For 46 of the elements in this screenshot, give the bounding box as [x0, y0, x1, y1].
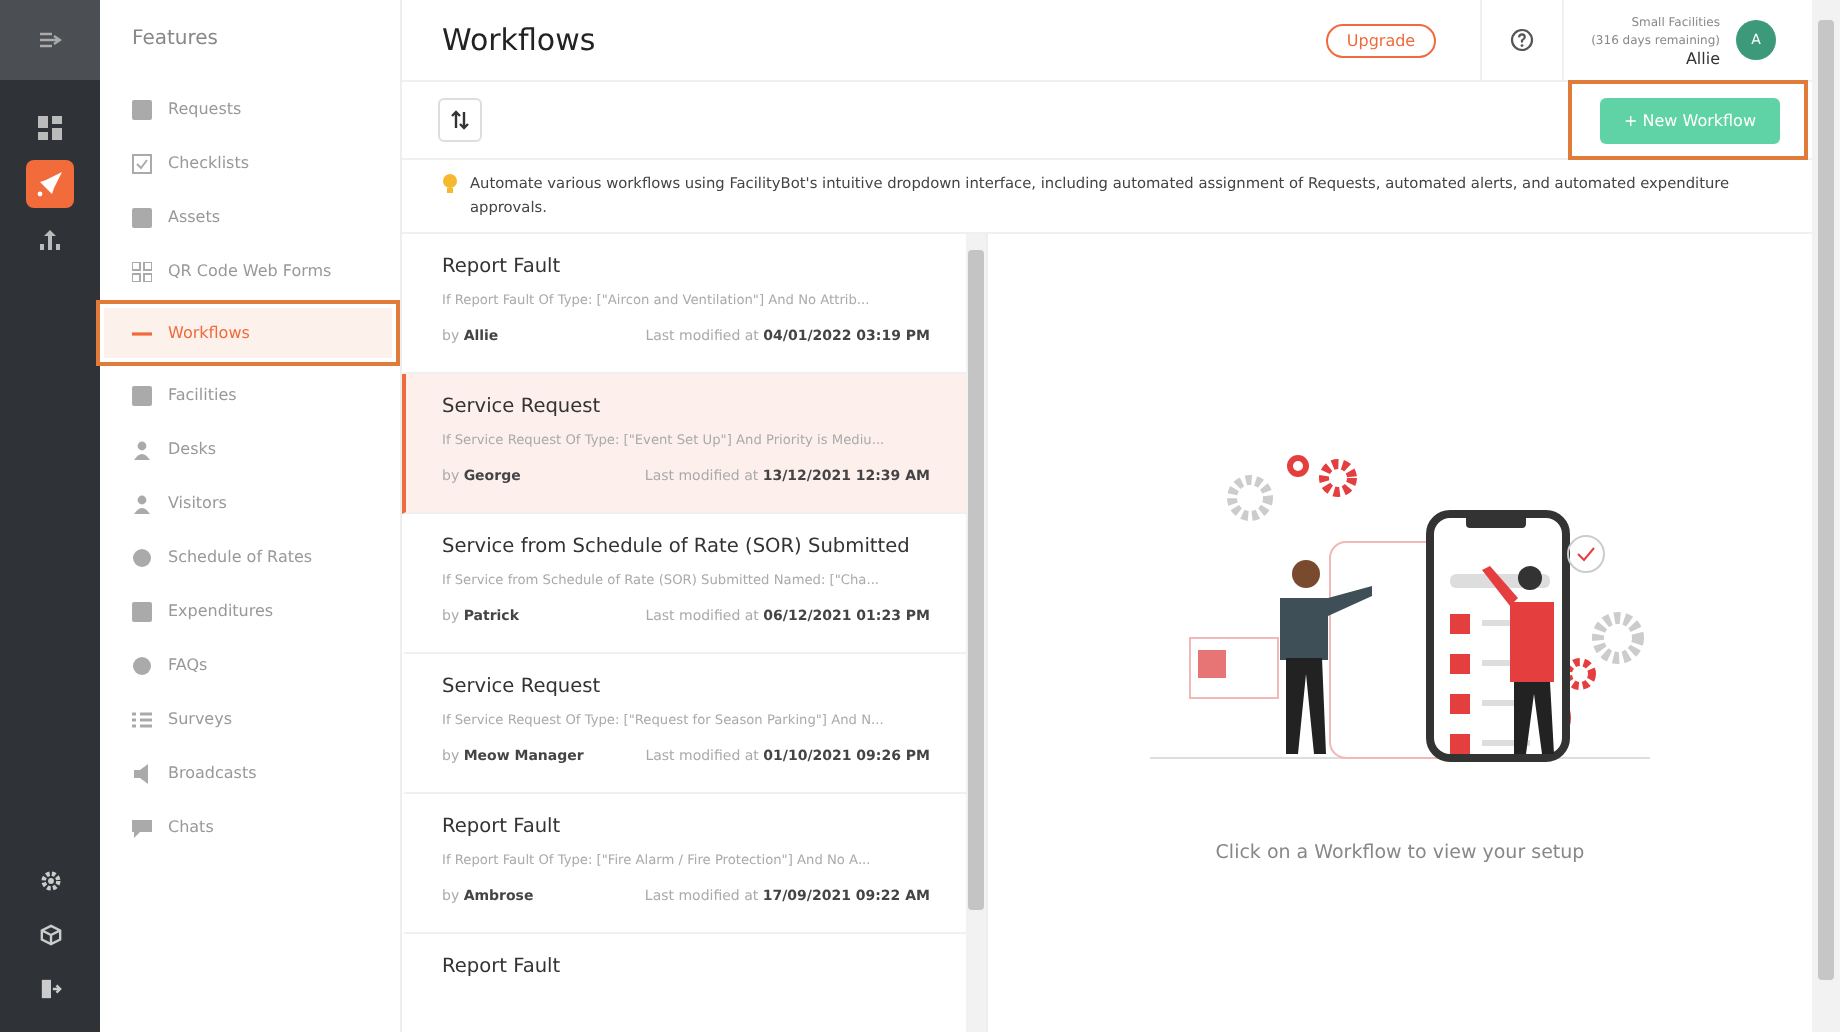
page-title: Workflows	[442, 22, 598, 58]
person-icon	[132, 439, 152, 459]
settings-icon[interactable]	[39, 870, 61, 892]
collapse-icon[interactable]	[38, 30, 62, 50]
feature-nav-item[interactable]: Facilities	[100, 370, 400, 420]
feature-nav-item[interactable]: Desks	[100, 424, 400, 474]
feature-nav-item[interactable]: Surveys	[100, 694, 400, 744]
feature-nav-item[interactable]: Broadcasts	[100, 748, 400, 798]
workflow-title: Report Fault	[442, 814, 563, 840]
feature-nav-item[interactable]: Schedule of Rates	[100, 532, 400, 582]
feature-nav-item[interactable]: Checklists	[100, 138, 400, 188]
workflow-title: Report Fault	[442, 954, 563, 980]
feature-nav-item[interactable]: Requests	[100, 84, 400, 134]
speaker-icon	[132, 763, 152, 783]
box-icon	[132, 207, 152, 227]
lightbulb-icon	[442, 174, 458, 194]
circle-icon	[132, 655, 152, 675]
page-scrollbar[interactable]	[1812, 0, 1840, 1032]
logout-icon[interactable]	[39, 978, 61, 1000]
workflow-title: Service Request	[442, 674, 603, 700]
grid-icon	[132, 261, 152, 281]
cube-icon[interactable]	[39, 924, 61, 946]
feature-nav-item[interactable]: Chats	[100, 802, 400, 852]
feature-nav-item[interactable]: FAQs	[100, 640, 400, 690]
workflow-title: Service Request	[442, 394, 603, 420]
user-name: Allie	[1685, 49, 1720, 67]
new-workflow-button[interactable]: + New Workflow	[1600, 98, 1780, 144]
feature-nav-item[interactable]: QR Code Web Forms	[100, 246, 400, 296]
features-title: Features	[130, 26, 220, 54]
workflow-title: Report Fault	[442, 254, 563, 280]
list-icon	[132, 709, 152, 729]
empty-state-hint: Click on a Workflow to view your setup	[1215, 842, 1585, 864]
workflow-title: Service from Schedule of Rate (SOR) Submitted	[442, 534, 912, 560]
sort-icon	[450, 110, 470, 130]
upgrade-button[interactable]: Upgrade	[1326, 23, 1436, 57]
check-icon	[132, 153, 152, 173]
feature-nav-item[interactable]: Assets	[100, 192, 400, 242]
chat-icon	[132, 817, 152, 837]
list-scrollbar[interactable]	[966, 234, 986, 1032]
sort-button[interactable]	[438, 98, 482, 142]
person-icon	[132, 493, 152, 513]
feature-nav-item[interactable]: Expenditures	[100, 586, 400, 636]
rocket-icon[interactable]	[26, 160, 74, 208]
feature-nav-item[interactable]: Workflows	[104, 308, 392, 358]
feature-nav-item[interactable]: Visitors	[100, 478, 400, 528]
help-icon[interactable]	[1509, 28, 1534, 52]
